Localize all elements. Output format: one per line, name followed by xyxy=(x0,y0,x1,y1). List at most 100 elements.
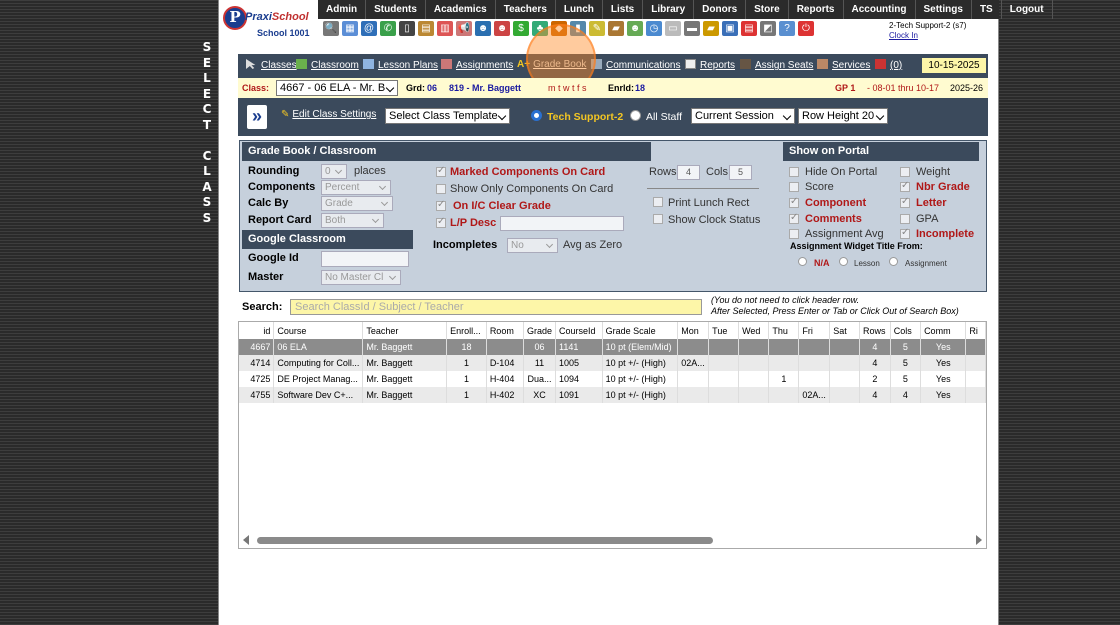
expand-double-chevron-icon[interactable]: » xyxy=(247,105,267,129)
nav-classes[interactable]: Classes xyxy=(246,59,297,71)
print-lunch-checkbox[interactable] xyxy=(653,197,663,207)
person-icon[interactable]: ☻ xyxy=(627,21,643,36)
search-input[interactable]: Search ClassId / Subject / Teacher xyxy=(290,299,702,315)
help-icon[interactable]: ? xyxy=(779,21,795,36)
master-select[interactable]: No Master Cl xyxy=(321,270,401,285)
menu-item-store[interactable]: Store xyxy=(746,0,789,19)
column-header[interactable]: id xyxy=(239,322,275,339)
select-class-vertical-label[interactable]: SELECTCLASS xyxy=(200,40,214,226)
current-date[interactable]: 10-15-2025 xyxy=(922,58,986,73)
nav-communications[interactable]: Communications xyxy=(591,59,680,71)
megaphone-icon[interactable]: 📢 xyxy=(456,21,472,36)
edit-class-settings-link[interactable]: ✎ Edit Class Settings xyxy=(281,109,376,120)
class-select[interactable]: 4667 - 06 ELA - Mr. B xyxy=(276,80,398,96)
column-header[interactable]: Cols xyxy=(890,322,922,339)
gpa-checkbox[interactable] xyxy=(900,214,910,224)
menu-item-lists[interactable]: Lists xyxy=(603,0,644,19)
calendar-icon[interactable]: ▥ xyxy=(437,21,453,36)
column-header[interactable]: Mon xyxy=(677,322,710,339)
nav-services[interactable]: Services xyxy=(817,59,870,71)
column-header[interactable]: Fri xyxy=(798,322,831,339)
at-icon[interactable]: @ xyxy=(361,21,377,36)
column-header[interactable]: Wed xyxy=(738,322,770,339)
card-icon[interactable]: ▭ xyxy=(665,21,681,36)
money-icon[interactable]: $ xyxy=(513,21,529,36)
marked-components-checkbox[interactable] xyxy=(436,165,446,177)
menu-item-students[interactable]: Students xyxy=(366,0,426,19)
nav-lesson-plans[interactable]: Lesson Plans xyxy=(363,59,438,71)
person-icon[interactable]: ☻ xyxy=(475,21,491,36)
menu-item-admin[interactable]: Admin xyxy=(318,0,367,19)
nav-reports[interactable]: Reports xyxy=(685,59,735,71)
letter-checkbox[interactable] xyxy=(900,196,910,208)
phone-icon[interactable]: ▯ xyxy=(399,21,415,36)
power-icon[interactable]: ⏻ xyxy=(798,21,814,36)
class-template-select[interactable]: Select Class Template xyxy=(385,108,510,124)
nbr-grade-checkbox[interactable] xyxy=(900,180,910,192)
gradebook-icon[interactable]: ▣ xyxy=(722,21,738,36)
clock-in-link[interactable]: Clock In xyxy=(889,31,966,41)
menu-item-settings[interactable]: Settings xyxy=(916,0,972,19)
cols-input[interactable]: 5 xyxy=(729,165,752,180)
column-header[interactable]: Thu xyxy=(768,322,800,339)
menu-item-ts[interactable]: TS xyxy=(972,0,1002,19)
cart-icon[interactable]: ▰ xyxy=(608,21,624,36)
column-header[interactable]: CourseId xyxy=(555,322,603,339)
column-header[interactable]: Grade xyxy=(523,322,557,339)
id-icon[interactable]: ▬ xyxy=(684,21,700,36)
grid-icon[interactable]: ▦ xyxy=(342,21,358,36)
person-icon[interactable]: ☻ xyxy=(494,21,510,36)
nav-classroom[interactable]: Classroom xyxy=(296,59,359,71)
calc-by-select[interactable]: Grade xyxy=(321,196,393,211)
table-row[interactable]: 4725 DE Project Manag... Mr. Baggett 1 H-404… xyxy=(239,371,986,387)
only-components-checkbox[interactable] xyxy=(436,184,446,194)
table-row[interactable]: 4714 Computing for Coll... Mr. Baggett 1 D-1… xyxy=(239,355,986,371)
column-header[interactable]: Sat xyxy=(829,322,860,339)
menu-item-donors[interactable]: Donors xyxy=(694,0,747,19)
lp-desc-input[interactable] xyxy=(500,216,624,231)
praxischool-logo[interactable]: P PraxiSchool School 1001 xyxy=(219,0,319,40)
score-checkbox[interactable] xyxy=(789,182,799,192)
clock-icon[interactable]: ◷ xyxy=(646,21,662,36)
incomplete-checkbox[interactable] xyxy=(900,227,910,239)
menu-item-logout[interactable]: Logout xyxy=(1002,0,1053,19)
widget-lesson-radio[interactable] xyxy=(839,257,848,266)
column-header[interactable]: Rows xyxy=(859,322,891,339)
session-select[interactable]: Current Session xyxy=(691,108,795,124)
column-header[interactable]: Comm xyxy=(920,322,967,339)
chart-icon[interactable]: ◩ xyxy=(760,21,776,36)
horizontal-scrollbar[interactable] xyxy=(239,534,986,546)
menu-item-teachers[interactable]: Teachers xyxy=(496,0,556,19)
column-header[interactable]: Enroll... xyxy=(446,322,487,339)
assignment-avg-checkbox[interactable] xyxy=(789,229,799,239)
clear-grade-checkbox[interactable] xyxy=(436,199,446,211)
google-id-input[interactable] xyxy=(321,251,409,267)
search-icon[interactable]: 🔍 xyxy=(323,21,339,36)
widget-na-radio[interactable] xyxy=(798,257,807,266)
weight-checkbox[interactable] xyxy=(900,167,910,177)
card-icon[interactable]: ▤ xyxy=(418,21,434,36)
incompletes-select[interactable]: No xyxy=(507,238,558,253)
rounding-select[interactable]: 0 xyxy=(321,164,347,179)
rows-input[interactable]: 4 xyxy=(677,165,700,180)
widget-assignment-radio[interactable] xyxy=(889,257,898,266)
comments-checkbox[interactable] xyxy=(789,212,799,224)
lp-desc-checkbox[interactable] xyxy=(436,216,446,228)
table-header[interactable]: id Course Teacher Enroll... Room Grade CourseI… xyxy=(239,322,986,339)
component-checkbox[interactable] xyxy=(789,196,799,208)
table-row[interactable]: 4755 Software Dev C+... Mr. Baggett 1 H-402 X… xyxy=(239,387,986,403)
pdf-icon[interactable]: ▤ xyxy=(741,21,757,36)
table-row[interactable]: 4667 06 ELA Mr. Baggett 18 06 1141 10 pt (Elem… xyxy=(239,339,986,355)
column-header[interactable]: Ri xyxy=(965,322,986,339)
nav-assignments[interactable]: Assignments xyxy=(441,59,513,71)
show-clock-checkbox[interactable] xyxy=(653,214,663,224)
hide-on-portal-checkbox[interactable] xyxy=(789,167,799,177)
bus-icon[interactable]: ▰ xyxy=(703,21,719,36)
report-card-select[interactable]: Both xyxy=(321,213,384,228)
column-header[interactable]: Room xyxy=(486,322,525,339)
nav-assign-seats[interactable]: Assign Seats xyxy=(740,59,813,71)
column-header[interactable]: Grade Scale xyxy=(602,322,679,339)
menu-item-reports[interactable]: Reports xyxy=(789,0,844,19)
row-height-select[interactable]: Row Height 20 xyxy=(798,108,888,124)
column-header[interactable]: Tue xyxy=(708,322,740,339)
